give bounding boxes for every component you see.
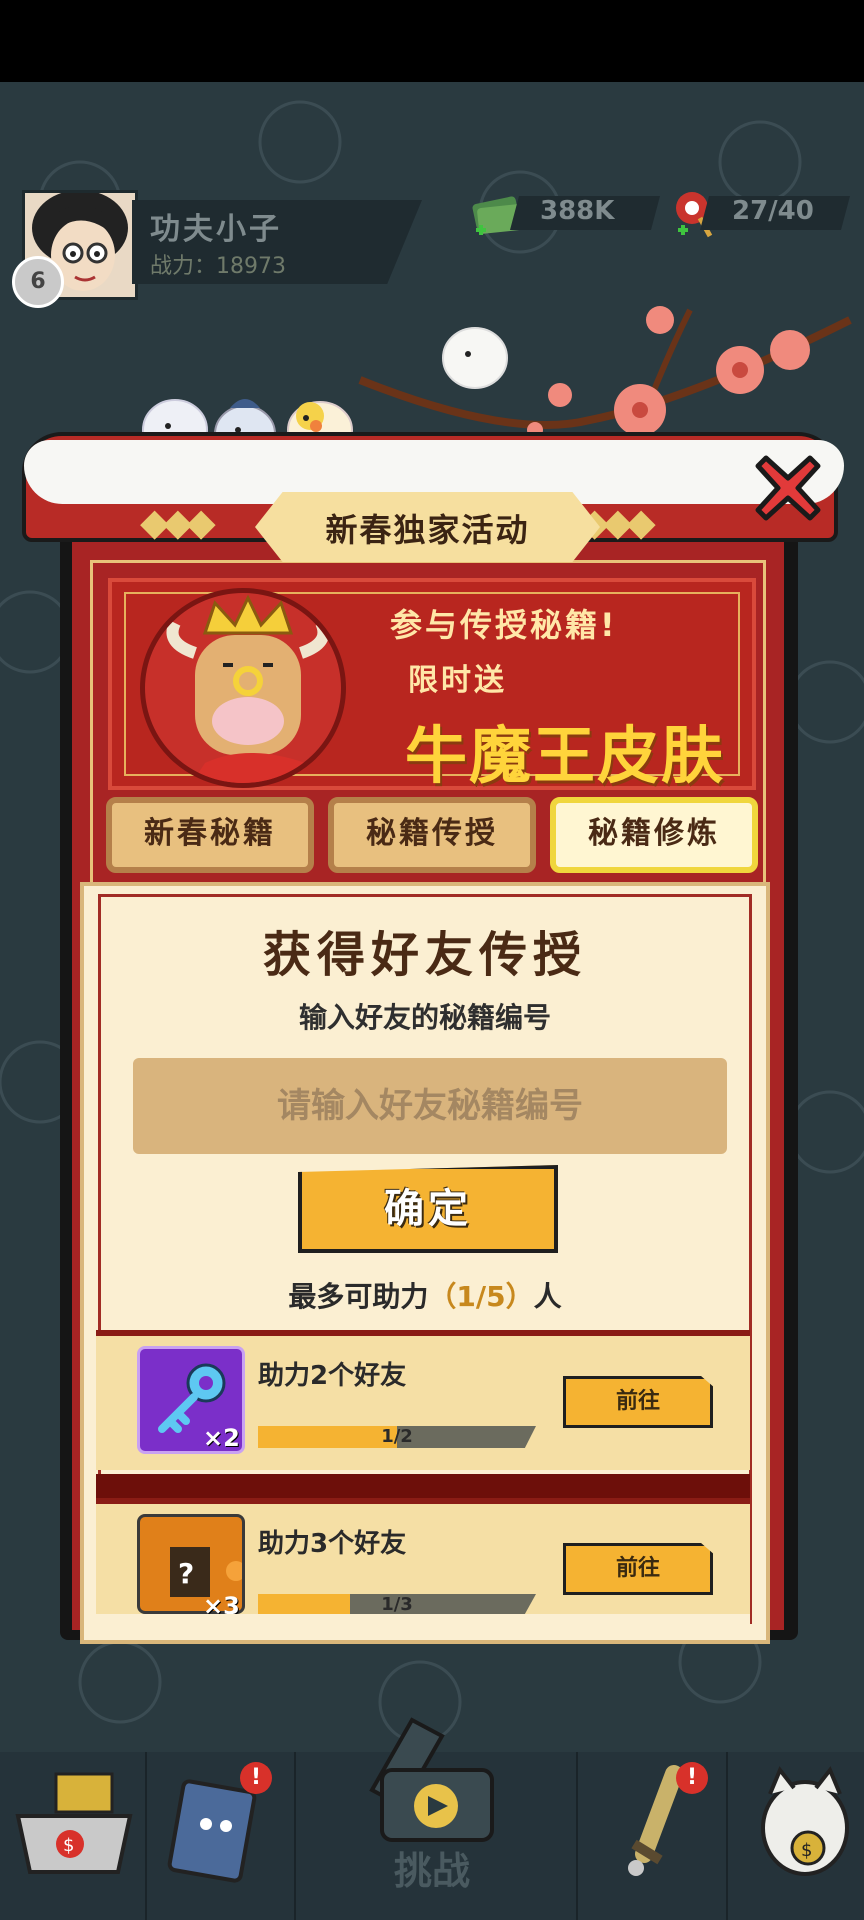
banner-skin-name: 牛魔王皮肤 (405, 719, 726, 792)
challenge-label[interactable]: 挑战 (360, 1840, 504, 1895)
modal-title: 新春独家活动 (325, 511, 530, 549)
stamina-amount: 27/40 (732, 196, 814, 226)
assist-limit-prefix: 最多可助力 (288, 1280, 429, 1313)
banner-line-2: 限时送 (408, 663, 507, 698)
reward-count: ×2 (203, 1424, 240, 1452)
tab-spring-manual[interactable]: 新春秘籍 (106, 797, 314, 873)
content-heading: 获得好友传授 (262, 927, 587, 983)
nav-divider (726, 1752, 728, 1920)
confirm-button[interactable]: 确定 (298, 1165, 558, 1253)
player-name: 功夫小子 (150, 212, 282, 247)
nav-divider (576, 1752, 578, 1920)
friend-code-input[interactable] (133, 1058, 727, 1154)
task-label: 助力2个好友 (258, 1361, 407, 1391)
player-power: 战力：18973 (150, 254, 286, 279)
status-bar (0, 0, 864, 82)
lucky-cat-icon[interactable]: $ (750, 1764, 860, 1884)
assist-limit-suffix: 人 (533, 1280, 562, 1313)
svg-text:$: $ (63, 1835, 74, 1856)
svg-text:?: ? (178, 1557, 194, 1590)
notification-badge: ! (676, 1762, 708, 1794)
player-level-badge: 6 (12, 256, 64, 308)
shop-cart-icon[interactable]: $ (12, 1764, 136, 1888)
assist-limit-text: 最多可助力（1/5）人 (80, 1275, 770, 1315)
notification-badge: ! (240, 1762, 272, 1794)
task-go-button[interactable]: 前往 (563, 1376, 713, 1428)
nav-divider (294, 1752, 296, 1920)
nav-divider (145, 1752, 147, 1920)
close-icon[interactable] (748, 448, 828, 528)
task-label: 助力3个好友 (258, 1529, 407, 1559)
left-diamonds-icon: ◆◆◆ (140, 500, 216, 544)
content-bottom-band (96, 1614, 750, 1626)
task-progress-text: 1/3 (381, 1594, 413, 1615)
challenge-clapper-icon[interactable] (352, 1700, 512, 1850)
svg-text:$: $ (801, 1840, 812, 1861)
tab-practice-manual[interactable]: 秘籍修炼 (550, 797, 758, 873)
task-go-button[interactable]: 前往 (563, 1543, 713, 1595)
tab-teach-manual[interactable]: 秘籍传授 (328, 797, 536, 873)
banner-line-1: 参与传授秘籍! (390, 606, 618, 644)
bull-king-skin-portrait (140, 588, 346, 788)
row-divider (96, 1474, 750, 1498)
content-subheading: 输入好友的秘籍编号 (298, 1001, 551, 1034)
cash-amount: 388K (540, 196, 615, 226)
task-progress-text: 1/2 (381, 1426, 413, 1447)
assist-limit-value: （1/5） (428, 1280, 534, 1313)
